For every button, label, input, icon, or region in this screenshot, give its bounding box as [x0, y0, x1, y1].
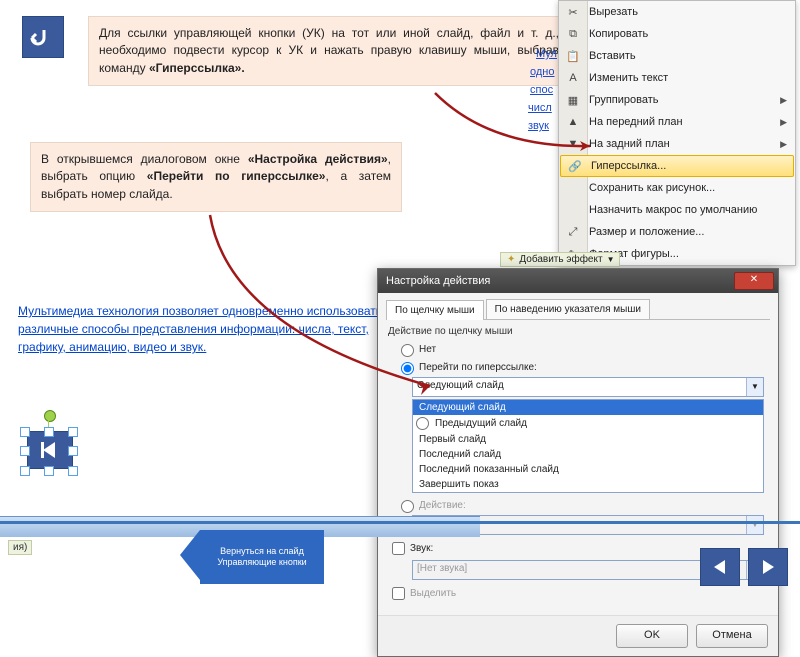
- ctx-send-back[interactable]: ▼На задний план▶: [559, 133, 795, 155]
- resize-handle[interactable]: [68, 466, 78, 476]
- instruction-1-bold: «Гиперссылка».: [149, 61, 245, 75]
- ctx-hyperlink[interactable]: 🔗Гиперссылка...: [560, 155, 794, 177]
- divider-line: [0, 521, 800, 524]
- front-icon: ▲: [564, 113, 582, 131]
- rotate-handle[interactable]: [44, 410, 56, 422]
- triangle-right-icon: [759, 558, 777, 576]
- prev-arrow-icon: [39, 440, 61, 460]
- ctx-group[interactable]: ▦Группировать▶: [559, 89, 795, 111]
- copy-icon: ⧉: [564, 25, 582, 43]
- list-item[interactable]: Первый слайд: [413, 432, 763, 447]
- group-icon: ▦: [564, 91, 582, 109]
- hyperlink-select[interactable]: Следующий слайд▼: [412, 377, 764, 397]
- ctx-copy[interactable]: ⧉Копировать: [559, 23, 795, 45]
- radio-action[interactable]: Действие:: [396, 497, 770, 513]
- size-icon: ⤢: [564, 223, 582, 241]
- ctx-default-macro[interactable]: Назначить макрос по умолчанию: [559, 199, 795, 221]
- add-effect-button[interactable]: ✦ Добавить эффект ▼: [500, 252, 620, 267]
- hyperlink-options-list[interactable]: Следующий слайд Предыдущий слайд Первый …: [412, 399, 764, 493]
- next-slide-button[interactable]: [748, 548, 788, 586]
- submenu-arrow-icon: ▶: [780, 139, 787, 150]
- return-arrow-shape[interactable]: Вернуться на слайд Управляющие кнопки: [180, 530, 320, 580]
- list-item[interactable]: Последний слайд: [413, 447, 763, 462]
- submenu-arrow-icon: ▶: [780, 95, 787, 106]
- resize-handle[interactable]: [20, 466, 30, 476]
- tab-on-click[interactable]: По щелчку мыши: [386, 300, 484, 320]
- partial-link-1: Мул: [536, 46, 557, 63]
- resize-handle[interactable]: [68, 446, 78, 456]
- dropdown-arrow-icon: ▼: [607, 255, 615, 264]
- resize-handle[interactable]: [20, 446, 30, 456]
- checkbox-highlight[interactable]: Выделить: [388, 584, 770, 603]
- partial-link-3: спос: [530, 82, 553, 99]
- u-turn-icon: [30, 26, 56, 48]
- list-item[interactable]: Последний показанный слайд: [413, 462, 763, 477]
- star-icon: ✦: [507, 254, 515, 265]
- instruction-box-2: В открывшемся диалоговом окне «Настройка…: [30, 142, 402, 212]
- list-item[interactable]: Завершить показ: [413, 477, 763, 492]
- prev-slide-button[interactable]: [700, 548, 740, 586]
- group-label: Действие по щелчку мыши: [388, 326, 770, 337]
- tab-on-hover[interactable]: По наведению указателя мыши: [486, 299, 650, 319]
- submenu-arrow-icon: ▶: [780, 117, 787, 128]
- selected-shape[interactable]: [24, 424, 74, 474]
- cut-icon: ✂: [564, 3, 582, 21]
- ok-button[interactable]: OK: [616, 624, 688, 648]
- back-button[interactable]: [22, 16, 64, 58]
- cancel-button[interactable]: Отмена: [696, 624, 768, 648]
- resize-handle[interactable]: [20, 427, 30, 437]
- status-fragment: ия): [8, 540, 32, 555]
- list-item[interactable]: Предыдущий слайд: [413, 415, 763, 432]
- ctx-bring-front[interactable]: ▲На передний план▶: [559, 111, 795, 133]
- hyperlink-icon: 🔗: [566, 157, 584, 175]
- return-arrow-label: Вернуться на слайд Управляющие кнопки: [200, 530, 324, 584]
- edit-icon: A: [564, 69, 582, 87]
- context-menu: ✂Вырезать ⧉Копировать 📋Вставить AИзменит…: [558, 0, 796, 266]
- partial-link-2: одно: [530, 64, 555, 81]
- ctx-save-image[interactable]: Сохранить как рисунок...: [559, 177, 795, 199]
- radio-hyperlink[interactable]: Перейти по гиперссылке:: [396, 359, 770, 375]
- partial-link-4: числ: [528, 100, 552, 117]
- dropdown-arrow-icon: ▼: [746, 378, 763, 396]
- ctx-size-pos[interactable]: ⤢Размер и положение...: [559, 221, 795, 243]
- multimedia-link[interactable]: Мультимедиа технология позволяет одновре…: [18, 302, 418, 356]
- resize-handle[interactable]: [44, 427, 54, 437]
- resize-handle[interactable]: [44, 466, 54, 476]
- paste-icon: 📋: [564, 47, 582, 65]
- radio-none[interactable]: Нет: [396, 341, 770, 357]
- dialog-titlebar[interactable]: Настройка действия ✕: [378, 269, 778, 293]
- instruction-box-1: Для ссылки управляющей кнопки (УК) на то…: [88, 16, 570, 86]
- ctx-cut[interactable]: ✂Вырезать: [559, 1, 795, 23]
- ctx-paste[interactable]: 📋Вставить: [559, 45, 795, 67]
- ctx-edit-text[interactable]: AИзменить текст: [559, 67, 795, 89]
- resize-handle[interactable]: [68, 427, 78, 437]
- back-icon: ▼: [564, 135, 582, 153]
- dialog-close-button[interactable]: ✕: [734, 272, 774, 290]
- triangle-left-icon: [711, 558, 729, 576]
- action-settings-dialog: Настройка действия ✕ По щелчку мыши По н…: [377, 268, 779, 657]
- partial-link-5: звук: [528, 118, 549, 135]
- list-item[interactable]: Следующий слайд: [413, 400, 763, 415]
